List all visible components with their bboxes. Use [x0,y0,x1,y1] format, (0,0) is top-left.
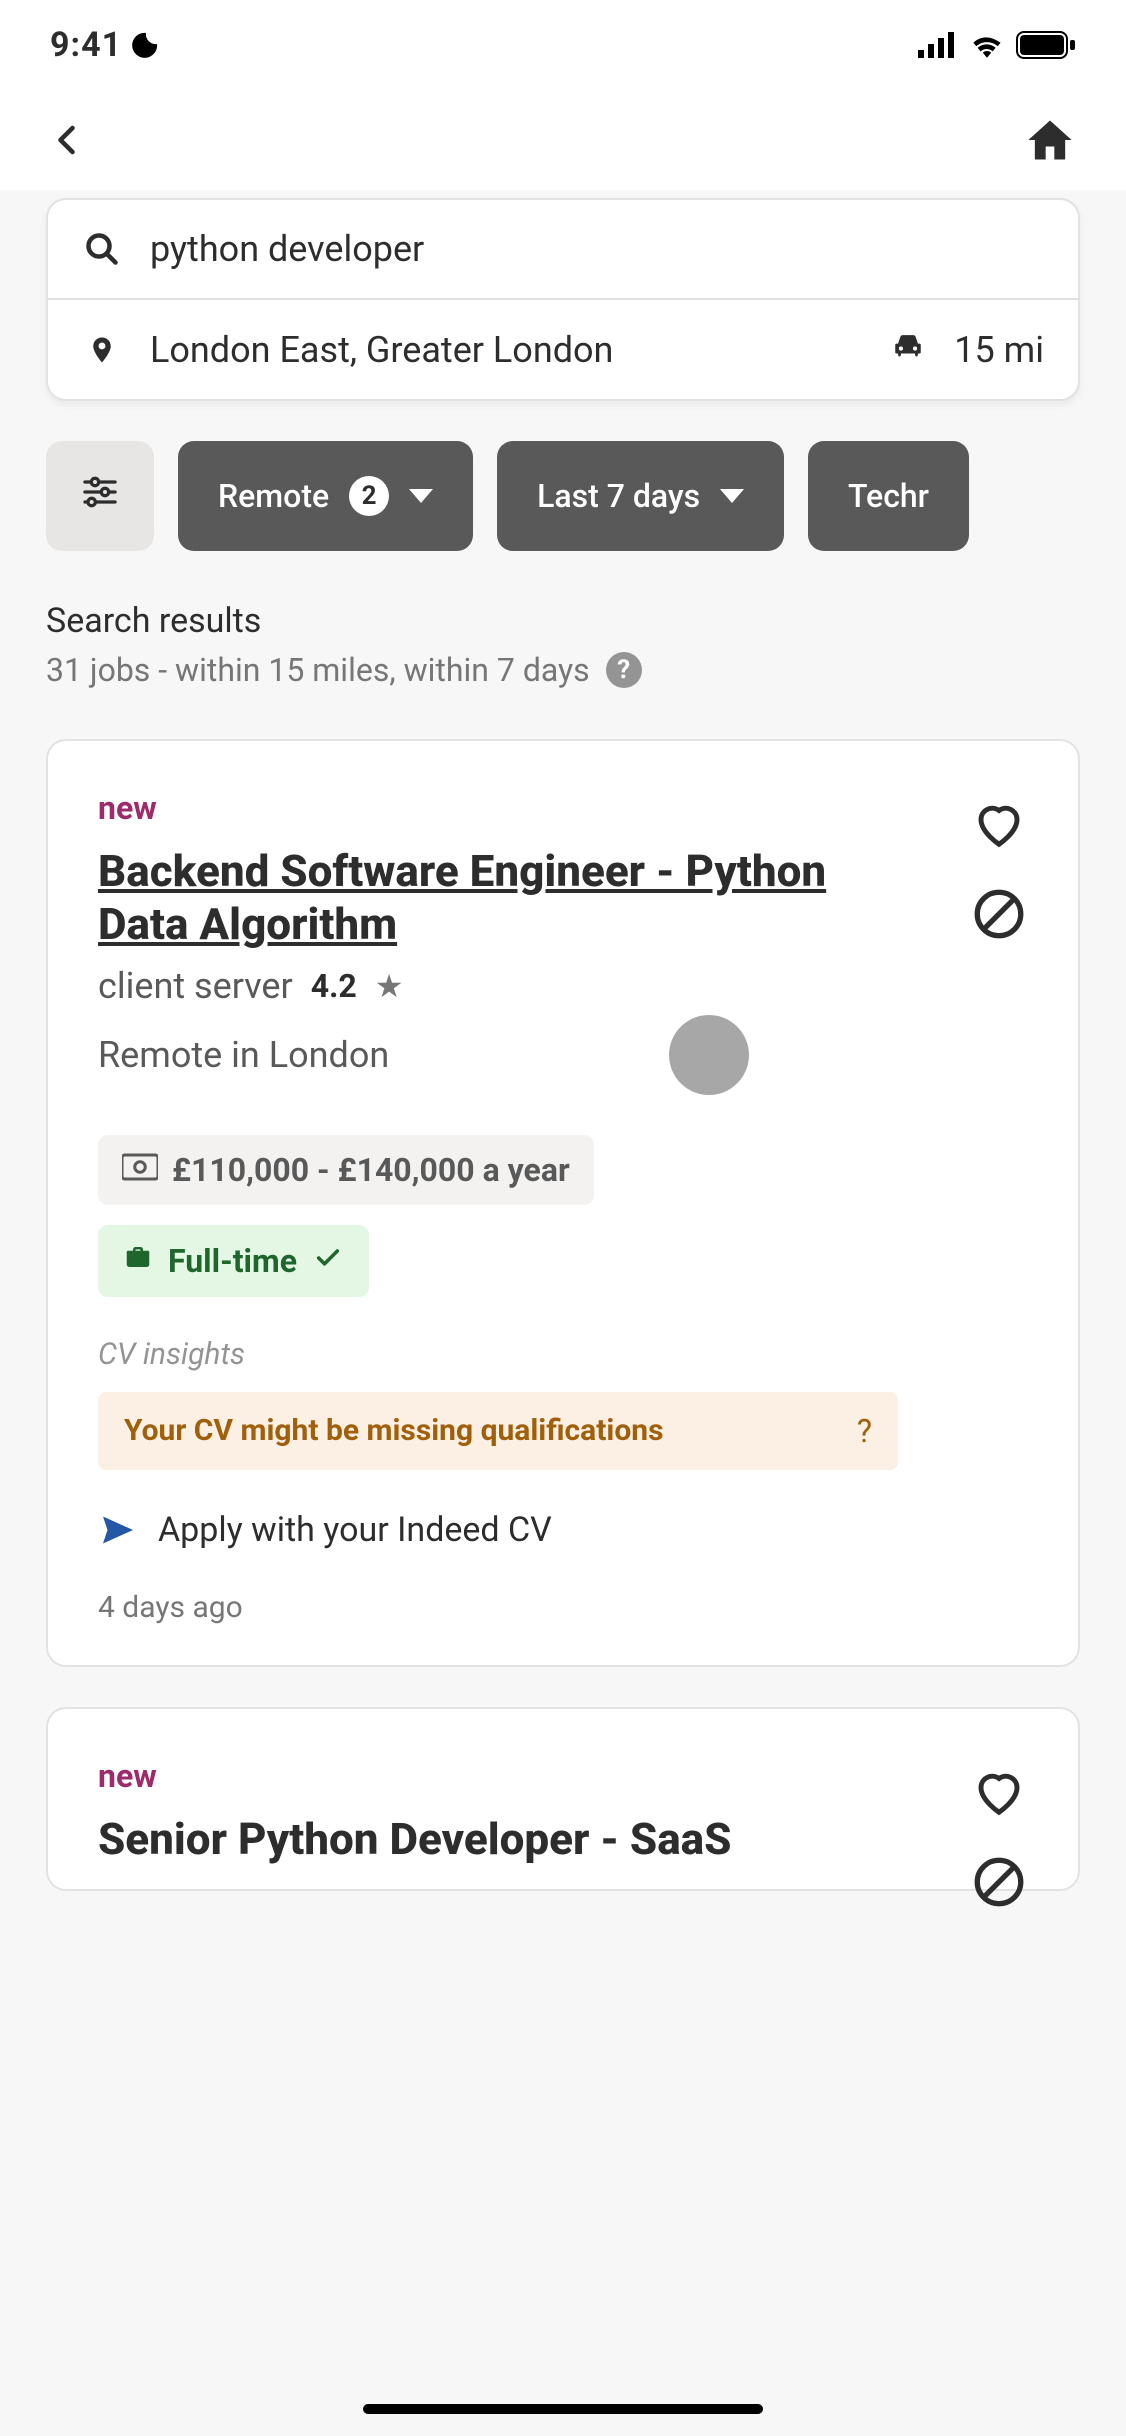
back-button[interactable] [50,112,86,168]
filter-remote-count: 2 [349,476,389,516]
cash-icon [122,1151,158,1189]
save-job-button[interactable] [970,1765,1028,1823]
filter-remote-label: Remote [218,477,329,515]
block-job-button[interactable] [970,1853,1028,1915]
filter-date[interactable]: Last 7 days [497,441,784,551]
car-icon [886,328,930,371]
filters-button[interactable] [46,441,154,551]
apply-with-cv[interactable]: Apply with your Indeed CV [98,1510,1028,1550]
company-name[interactable]: client server [98,965,293,1007]
results-header: Search results 31 jobs - within 15 miles… [0,571,1126,699]
job-type-value: Full-time [168,1242,297,1280]
filters-bar: Remote 2 Last 7 days Techr [0,401,1126,571]
save-job-button[interactable] [970,797,1028,855]
cv-insights-warning[interactable]: Your CV might be missing qualifications … [98,1392,898,1470]
checkmark-icon [311,1241,345,1281]
job-title[interactable]: Senior Python Developer - SaaS [98,1813,1028,1866]
status-bar: 9:41 [0,0,1126,90]
search-icon [82,231,122,267]
filter-tech-partial[interactable]: Techr [808,441,969,551]
wifi-icon [970,32,1004,58]
send-icon [98,1512,138,1548]
do-not-disturb-icon [130,30,160,60]
briefcase-icon [122,1242,154,1280]
filter-tech-label: Techr [848,477,929,515]
new-tag: new [98,1757,1028,1795]
search-query-row[interactable]: python developer [48,200,1078,298]
results-title: Search results [46,601,1080,641]
results-subtitle: 31 jobs - within 15 miles, within 7 days [46,651,590,689]
block-job-button[interactable] [970,885,1028,947]
cv-insights-label: CV insights [98,1337,1028,1372]
salary-chip: £110,000 - £140,000 a year [98,1135,594,1205]
apply-label: Apply with your Indeed CV [158,1510,552,1550]
job-card[interactable]: new Senior Python Developer - SaaS [46,1707,1080,1892]
posted-time: 4 days ago [98,1590,1028,1625]
search-query-value: python developer [150,228,1044,270]
location-pin-icon [82,330,122,370]
search-location-value: London East, Greater London [150,329,858,371]
company-rating: 4.2 [311,967,357,1005]
cellular-signal-icon [918,32,958,58]
filter-remote[interactable]: Remote 2 [178,441,473,551]
chevron-down-icon [409,489,433,503]
new-tag: new [98,789,1028,827]
help-icon: ? [857,1412,872,1450]
job-card[interactable]: new Backend Software Engineer - Python D… [46,739,1080,1667]
cv-insights-text: Your CV might be missing qualifications [124,1413,663,1448]
search-card: python developer London East, Greater Lo… [46,198,1080,401]
search-location-row[interactable]: London East, Greater London 15 mi [48,298,1078,399]
company-logo-placeholder [669,1015,749,1095]
chevron-down-icon [720,489,744,503]
home-button[interactable] [1024,114,1076,166]
help-icon[interactable]: ? [606,652,642,688]
job-title[interactable]: Backend Software Engineer - Python Data … [98,845,1028,951]
status-time: 9:41 [50,25,122,65]
star-icon: ★ [375,967,404,1005]
search-radius-value: 15 mi [954,329,1044,371]
nav-bar [0,90,1126,190]
sliders-icon [80,472,120,520]
job-location: Remote in London [98,1034,389,1076]
job-type-chip: Full-time [98,1225,369,1297]
salary-value: £110,000 - £140,000 a year [172,1151,570,1189]
home-indicator[interactable] [363,2404,763,2414]
filter-date-label: Last 7 days [537,477,700,515]
battery-icon [1016,31,1076,59]
